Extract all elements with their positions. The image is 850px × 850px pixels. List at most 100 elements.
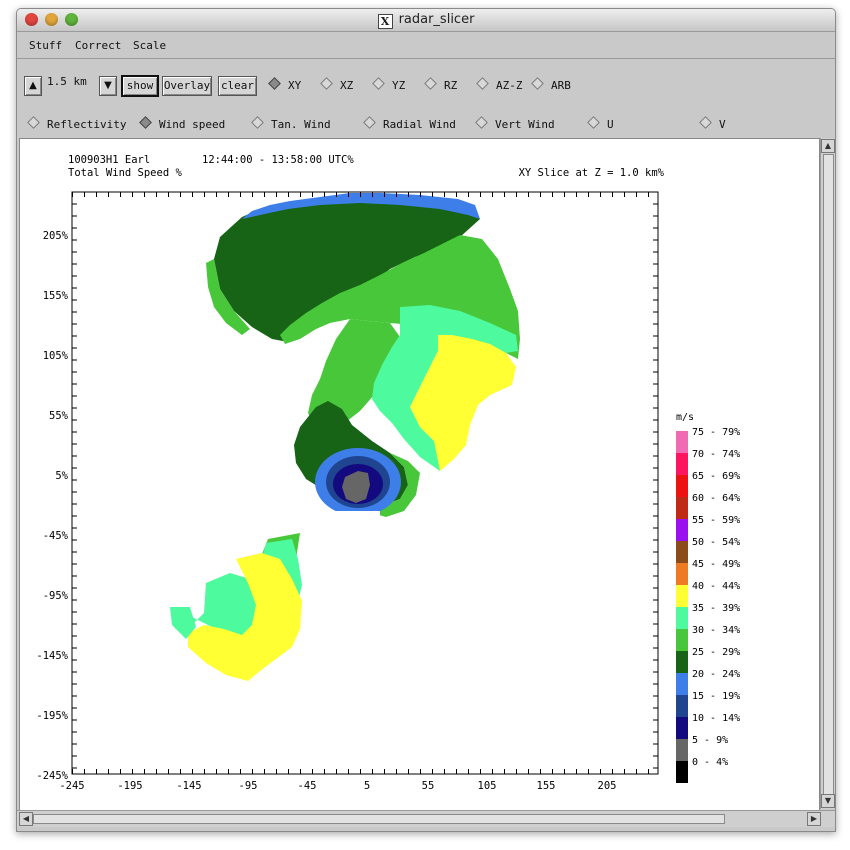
x-tick-label: 55 [422,780,435,792]
height-up-button[interactable]: ▲ [24,76,42,96]
window-title-area: Xradar_slicer [17,12,835,29]
radio-label: XZ [340,79,354,92]
radio-field-radial-wind[interactable]: Radial Wind [363,116,456,133]
legend-swatch [676,563,688,585]
radio-field-reflectivity[interactable]: Reflectivity [27,116,127,133]
radio-label: V [719,118,726,131]
radio-slice-arb[interactable]: ARB [531,77,571,94]
radio-label: Reflectivity [47,118,127,131]
color-legend: 75 - 79% 70 - 74% 65 - 69% 60 - 64% 55 - 59%… [676,427,740,783]
legend-label: 15 - 19% [692,691,740,702]
menu-correct[interactable]: Correct [75,39,121,52]
x-tick-label: -145 [176,780,201,792]
y-tick-label: 205% [43,230,69,242]
y-tick-label: 105% [43,350,69,362]
legend-swatch [676,585,688,607]
legend-swatch [676,717,688,739]
legend-swatch [676,497,688,519]
radio-indicator-icon [268,77,281,90]
legend-swatch [676,431,688,453]
y-tick-label: 55% [49,410,69,422]
radio-field-tan-wind[interactable]: Tan. Wind [251,116,331,133]
radio-label: U [607,118,614,131]
radio-slice-yz[interactable]: YZ [372,77,405,94]
radio-label: XY [288,79,302,92]
clear-button[interactable]: clear [218,76,257,96]
legend-swatch [676,519,688,541]
legend-label: 5 - 9% [692,735,728,746]
legend-swatch [676,695,688,717]
toolbar: ▲ 1.5 km ▼ show Overlay clear XY XZ YZ R… [17,59,835,139]
overlay-button[interactable]: Overlay [162,76,212,96]
plot-header-time: 12:44:00 - 13:58:00 UTC% [202,154,354,166]
height-value: 1.5 km [47,75,87,88]
menu-bar: Stuff Correct Scale [17,32,835,59]
legend-swatch [676,629,688,651]
radio-field-v[interactable]: V [699,116,726,133]
radio-field-wind-speed[interactable]: Wind speed [139,116,225,133]
show-button[interactable]: show [121,75,159,97]
vertical-scrollbar[interactable]: ▲ ▼ [820,138,835,809]
x-tick-label: -195 [117,780,142,792]
radio-indicator-icon [587,116,600,129]
radio-indicator-icon [424,77,437,90]
radio-indicator-icon [372,77,385,90]
plot-canvas: 100903H1 Earl 12:44:00 - 13:58:00 UTC% T… [19,138,820,811]
radio-slice-xz[interactable]: XZ [320,77,354,94]
x11-icon: X [377,14,393,29]
scroll-left-button[interactable]: ◀ [19,812,33,826]
radio-label: ARB [551,79,571,92]
radio-indicator-icon [27,116,40,129]
radio-field-vert-wind[interactable]: Vert Wind [475,116,555,133]
radio-label: Tan. Wind [271,118,331,131]
x-ticks-bottom [72,769,658,774]
plot-header-field: Total Wind Speed % [68,167,182,179]
eye-gap [320,511,380,531]
menu-stuff[interactable]: Stuff [29,39,62,52]
radio-indicator-icon [320,77,333,90]
legend-label: 75 - 79% [692,427,740,438]
x-tick-label: -95 [239,780,258,792]
radio-indicator-icon [699,116,712,129]
radar-slicer-window: Xradar_slicer Stuff Correct Scale ▲ 1.5 … [16,8,836,832]
height-down-button[interactable]: ▼ [99,76,117,96]
vertical-scroll-thumb[interactable] [823,154,834,796]
radio-label: Vert Wind [495,118,555,131]
radio-label: AZ-Z [496,79,523,92]
legend-label: 65 - 69% [692,471,740,482]
menu-scale[interactable]: Scale [133,39,166,52]
triangle-left-icon: ◀ [22,814,30,823]
radio-slice-az-z[interactable]: AZ-Z [476,77,523,94]
legend-label: 70 - 74% [692,449,740,460]
horizontal-scroll-thumb[interactable] [33,814,725,824]
x-tick-label: 205 [598,780,617,792]
scroll-up-button[interactable]: ▲ [821,139,835,153]
horizontal-scrollbar[interactable]: ◀ ▶ [17,810,835,827]
radio-label: Radial Wind [383,118,456,131]
triangle-up-icon: ▲ [29,80,37,91]
legend-swatch [676,607,688,629]
triangle-right-icon: ▶ [810,814,818,823]
x-ticks-top [72,192,658,197]
scroll-down-button[interactable]: ▼ [821,794,835,808]
radio-slice-xy[interactable]: XY [268,77,302,94]
legend-swatch [676,651,688,673]
legend-label: 40 - 44% [692,581,740,592]
legend-swatch [676,739,688,761]
y-tick-label: -145% [36,650,68,662]
title-bar: Xradar_slicer [17,9,835,32]
y-tick-label: -95% [43,590,69,602]
x-tick-label: 105 [478,780,497,792]
legend-label: 0 - 4% [692,757,728,768]
wind-speed-slice-plot: 100903H1 Earl 12:44:00 - 13:58:00 UTC% T… [36,154,740,792]
legend-label: 10 - 14% [692,713,740,724]
radio-field-u[interactable]: U [587,116,614,133]
radio-indicator-icon [251,116,264,129]
radio-slice-rz[interactable]: RZ [424,77,457,94]
radio-indicator-icon [363,116,376,129]
legend-label: 50 - 54% [692,537,740,548]
y-tick-label: 5% [55,470,68,482]
scroll-right-button[interactable]: ▶ [807,812,821,826]
y-tick-label: -195% [36,710,68,722]
radio-indicator-icon [475,116,488,129]
